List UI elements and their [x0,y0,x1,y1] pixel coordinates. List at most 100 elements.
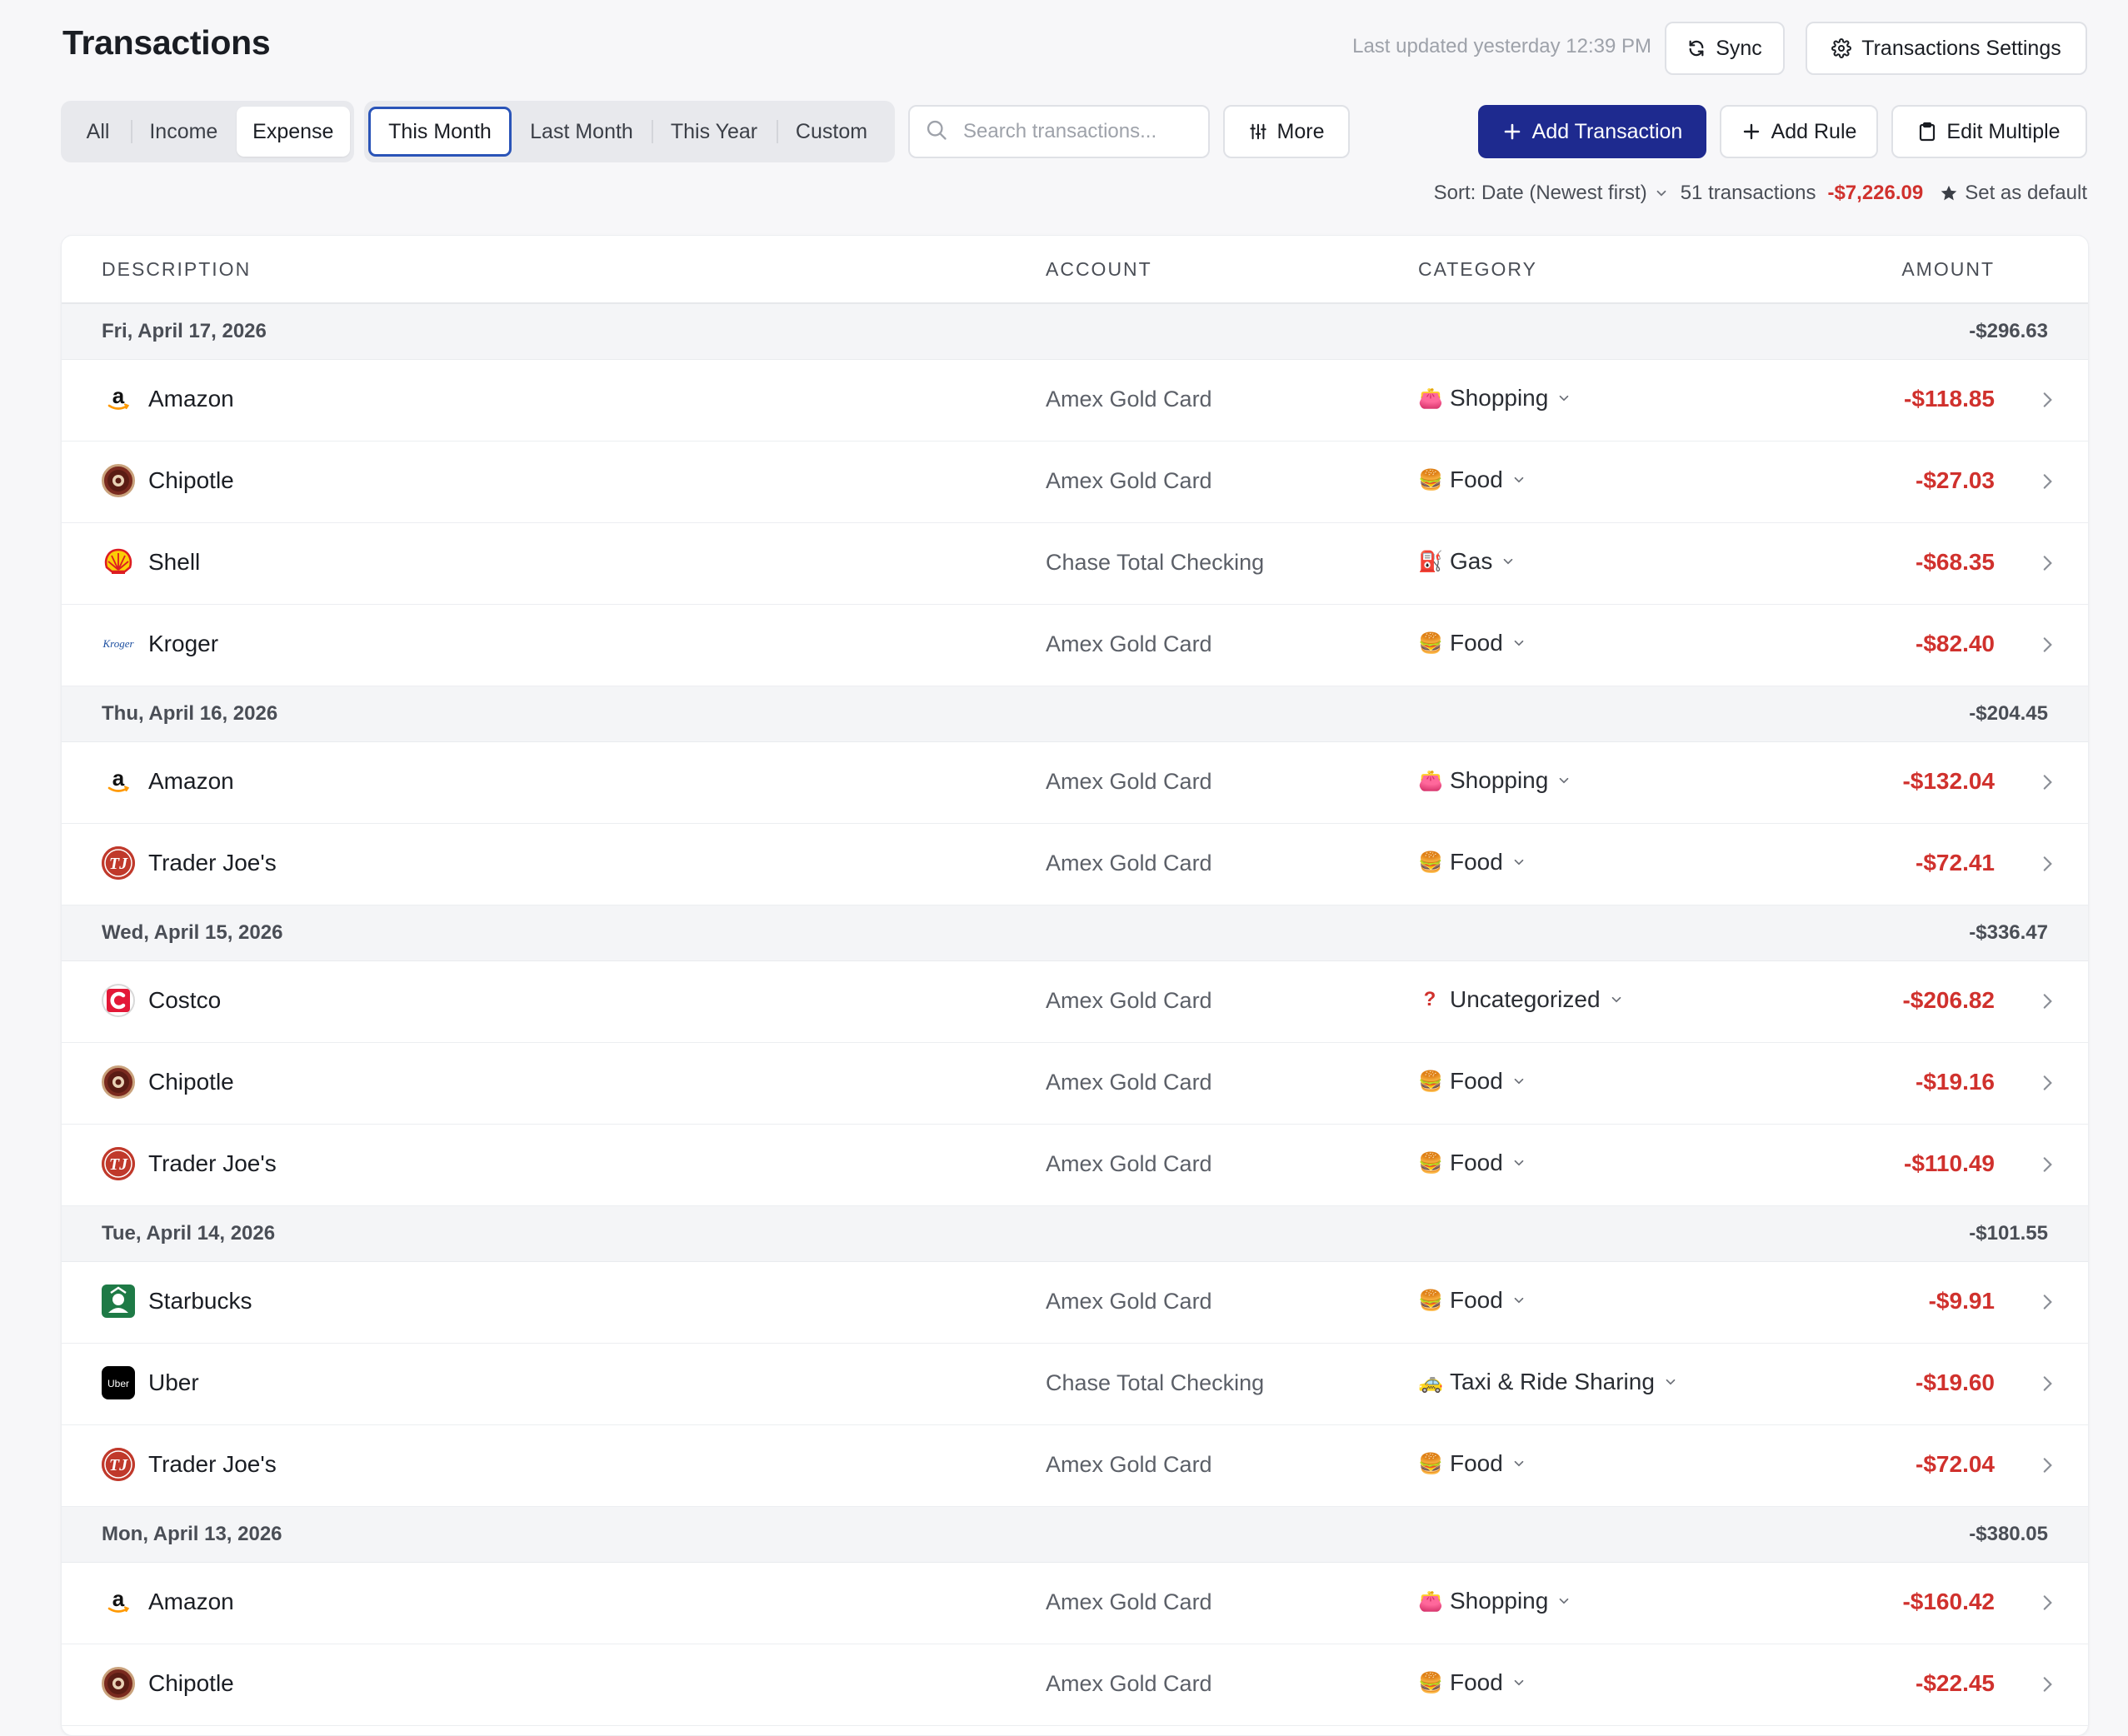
transaction-row[interactable]: Chipotle Amex Gold Card 🍔 Food -$27.03 [62,441,2088,523]
tab-last-month[interactable]: Last Month [512,107,652,157]
chevron-right-icon[interactable] [2036,1674,2058,1699]
column-description[interactable]: DESCRIPTION [102,258,251,281]
transaction-row[interactable]: Uber Uber Chase Total Checking 🚕 Taxi & Rid… [62,1344,2088,1425]
chevron-right-icon[interactable] [2036,1154,2058,1180]
svg-text:TJ: TJ [109,1155,128,1174]
tab-all[interactable]: All [65,107,131,157]
transactions-settings-button[interactable]: Transactions Settings [1806,22,2087,75]
merchant-name: Chipotle [148,1670,234,1696]
chevron-right-icon[interactable] [2036,853,2058,879]
plus-icon [1741,122,1761,142]
chevron-right-icon[interactable] [2036,1291,2058,1317]
transaction-amount: -$206.82 [1902,987,1995,1013]
chevron-right-icon[interactable] [2036,990,2058,1016]
transaction-row[interactable]: Kroger Kroger Amex Gold Card 🍔 Food -$82.40 [62,605,2088,686]
chipotle-logo [102,464,135,497]
category-icon: 🍔 [1418,1452,1443,1475]
chevron-down-icon [1501,548,1516,575]
transaction-amount: -$19.60 [1916,1369,1995,1395]
chevron-right-icon[interactable] [2036,471,2058,496]
category-dropdown[interactable]: 🍔 Food [1418,1669,1526,1696]
group-date: Thu, April 16, 2026 [102,702,278,725]
set-default-button[interactable]: Set as default [1940,182,2087,205]
amazon-logo: a [102,1585,135,1619]
sort-dropdown[interactable]: Sort: Date (Newest first) [1434,182,1669,205]
account-name: Amex Gold Card [1046,1151,1212,1176]
category-dropdown[interactable]: 🍔 Food [1418,849,1526,875]
date-group-header: Thu, April 16, 2026 -$204.45 [62,686,2088,742]
chevron-right-icon[interactable] [2036,634,2058,660]
transaction-row[interactable]: a Amazon Amex Gold Card 👛 Shopping -$118.85 [62,360,2088,441]
category-dropdown[interactable]: 🍔 Food [1418,1068,1526,1095]
category-dropdown[interactable]: 👛 Shopping [1418,767,1571,794]
column-account[interactable]: ACCOUNT [1046,258,1152,281]
tab-this-year[interactable]: This Year [652,107,777,157]
amazon-logo: a [102,765,135,798]
chevron-right-icon[interactable] [2036,389,2058,415]
merchant-cell: TJ Trader Joe's [102,1448,277,1481]
merchant-name: Trader Joe's [148,850,277,875]
merchant-cell: Starbucks [102,1285,252,1318]
merchant-name: Amazon [148,768,234,794]
sort-label: Sort: Date (Newest first) [1433,182,1647,204]
transaction-row[interactable]: TJ Trader Joe's Amex Gold Card 🍔 Food -$72.4… [62,824,2088,905]
category-label: Gas [1450,548,1493,574]
transaction-amount: -$72.04 [1916,1451,1995,1477]
tab-custom[interactable]: Custom [777,107,887,157]
chevron-right-icon[interactable] [2036,552,2058,578]
category-icon: 🍔 [1418,468,1443,491]
transaction-amount: -$110.49 [1904,1150,1995,1176]
transaction-row[interactable]: Costco Amex Gold Card? Uncategorized -$206.… [62,961,2088,1043]
category-dropdown[interactable]: 🍔 Food [1418,1287,1526,1314]
merchant-cell: Chipotle [102,1065,234,1099]
category-dropdown[interactable]: ⛽ Gas [1418,548,1516,575]
category-dropdown[interactable]: 🍔 Food [1418,630,1526,656]
category-label: Food [1450,849,1503,875]
category-dropdown[interactable]: ? Uncategorized [1418,986,1624,1013]
add-rule-button[interactable]: Add Rule [1720,105,1878,158]
chevron-down-icon [1511,1669,1526,1696]
more-filters-button[interactable]: More [1223,105,1350,158]
chevron-right-icon[interactable] [2036,1592,2058,1618]
add-transaction-button[interactable]: Add Transaction [1478,105,1706,158]
transaction-row[interactable]: a Amazon Amex Gold Card 👛 Shopping -$132.04 [62,742,2088,824]
chevron-right-icon[interactable] [2036,1454,2058,1480]
category-dropdown[interactable]: 🍔 Food [1418,1150,1526,1176]
group-total: -$380.05 [1969,1523,2048,1545]
edit-multiple-button[interactable]: Edit Multiple [1891,105,2087,158]
category-icon: 🍔 [1418,1151,1443,1175]
column-category[interactable]: CATEGORY [1418,258,1537,281]
category-dropdown[interactable]: 🍔 Food [1418,466,1526,493]
category-label: Shopping [1450,1588,1549,1614]
chevron-right-icon[interactable] [2036,1373,2058,1399]
merchant-name: Costco [148,987,222,1013]
merchant-name: Trader Joe's [148,1451,277,1477]
transaction-row[interactable]: Chipotle Amex Gold Card 🍔 Food -$19.16 [62,1043,2088,1125]
tab-this-month[interactable]: This Month [368,107,512,157]
type-filter: All Income Expense [61,101,354,162]
column-amount[interactable]: AMOUNT [1901,258,1995,281]
category-dropdown[interactable]: 👛 Shopping [1418,1588,1571,1614]
group-date: Fri, April 17, 2026 [102,320,267,342]
chevron-right-icon[interactable] [2036,771,2058,797]
period-filter: This Month Last Month This Year Custom [364,101,895,162]
more-label: More [1276,119,1325,143]
category-dropdown[interactable]: 🍔 Food [1418,1450,1526,1477]
search-input[interactable] [962,119,1181,144]
add-rule-label: Add Rule [1771,119,1857,143]
tab-income[interactable]: Income [131,107,237,157]
transaction-row[interactable]: TJ Trader Joe's Amex Gold Card 🍔 Food -$72.0… [62,1425,2088,1507]
transaction-row[interactable]: Chipotle Amex Gold Card 🍔 Food -$22.45 [62,1644,2088,1726]
chevron-right-icon[interactable] [2036,1072,2058,1098]
transaction-row[interactable]: Shell Chase Total Checking ⛽ Gas -$68.35 [62,523,2088,605]
account-name: Amex Gold Card [1046,1289,1212,1314]
sync-button[interactable]: Sync [1665,22,1785,75]
category-dropdown[interactable]: 👛 Shopping [1418,385,1571,412]
category-dropdown[interactable]: 🚕 Taxi & Ride Sharing [1418,1369,1678,1395]
chevron-down-icon [1556,385,1571,412]
tab-expense[interactable]: Expense [236,107,350,157]
transaction-amount: -$82.40 [1916,631,1995,656]
transaction-row[interactable]: TJ Trader Joe's Amex Gold Card 🍔 Food -$110.… [62,1125,2088,1206]
transaction-row[interactable]: a Amazon Amex Gold Card 👛 Shopping -$160.42 [62,1563,2088,1644]
transaction-row[interactable]: Starbucks Amex Gold Card 🍔 Food -$9.91 [62,1262,2088,1344]
